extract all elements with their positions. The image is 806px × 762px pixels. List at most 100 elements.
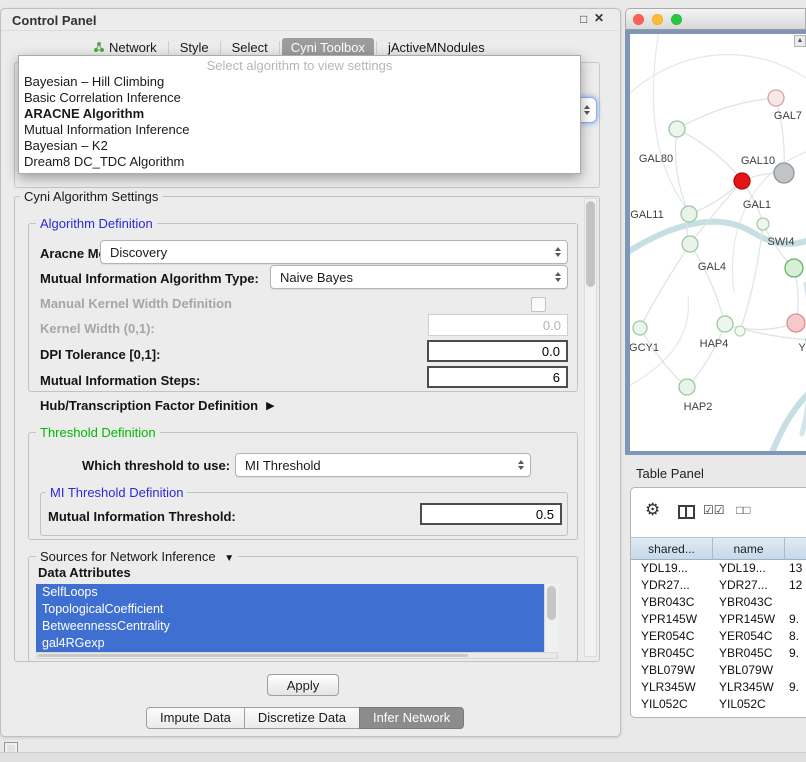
algorithm-dropdown-popup: Select algorithm to view settings Bayesi… xyxy=(18,55,581,174)
tab-label: Style xyxy=(180,40,209,55)
algorithm-option-aracne-algorithm[interactable]: ARACNE Algorithm xyxy=(19,106,580,122)
scrollbar-thumb[interactable] xyxy=(38,654,468,657)
scrollbar-thumb[interactable] xyxy=(586,201,595,287)
attributes-vertical-scrollbar[interactable] xyxy=(544,584,558,652)
network-node-gal1[interactable] xyxy=(757,218,769,230)
table-row[interactable]: YBL079WYBL079W xyxy=(631,662,806,679)
close-window-icon[interactable] xyxy=(633,14,644,25)
sources-group-title[interactable]: Sources for Network Inference ▼ xyxy=(36,549,238,564)
table-cell: YIL052C xyxy=(713,696,785,713)
bottom-tab-infer-network[interactable]: Infer Network xyxy=(359,707,464,729)
table-settings-gear-icon[interactable]: ⚙ xyxy=(645,500,660,520)
table-row[interactable]: YLR345WYLR345W9. xyxy=(631,679,806,696)
table-cell: YBR045C xyxy=(631,645,713,662)
network-node-gcy1[interactable] xyxy=(633,321,647,335)
tab-label: Network xyxy=(109,40,157,55)
network-node-swi4[interactable] xyxy=(785,259,803,277)
column-header-shared[interactable]: shared... xyxy=(631,537,713,560)
network-node-gal80[interactable] xyxy=(669,121,685,137)
network-node-gal7[interactable] xyxy=(768,90,784,106)
attribute-selfloops[interactable]: SelfLoops xyxy=(36,584,544,601)
bottom-tab-bar: Impute DataDiscretize DataInfer Network xyxy=(146,707,464,729)
tab-network[interactable]: Network xyxy=(84,38,166,57)
table-cell: YDL19... xyxy=(631,560,713,577)
network-edge xyxy=(802,284,806,434)
mi-threshold-field[interactable] xyxy=(420,503,562,525)
network-edge xyxy=(640,328,687,387)
table-row[interactable]: YBR043CYBR043C xyxy=(631,594,806,611)
network-node-hap4[interactable] xyxy=(717,316,733,332)
network-node-gal4[interactable] xyxy=(682,236,698,252)
table-cell: 13 xyxy=(785,560,806,577)
network-node[interactable] xyxy=(774,163,794,183)
algorithm-option-dream8-dc-tdc-algorithm[interactable]: Dream8 DC_TDC Algorithm xyxy=(19,154,580,170)
dropdown-placeholder: Select algorithm to view settings xyxy=(19,57,580,74)
network-edge xyxy=(677,129,742,181)
attribute-betweennesscentrality[interactable]: BetweennessCentrality xyxy=(36,618,544,635)
scroll-up-button[interactable]: ▲ xyxy=(794,35,806,47)
tab-separator xyxy=(220,41,221,54)
which-threshold-select[interactable]: MI Threshold xyxy=(235,453,531,477)
table-row[interactable]: YPR145WYPR145W9. xyxy=(631,611,806,628)
kernel-width-label: Kernel Width (0,1): xyxy=(40,321,155,336)
float-panel-icon[interactable]: □ xyxy=(580,12,587,26)
tab-cyni-toolbox[interactable]: Cyni Toolbox xyxy=(282,38,374,57)
aracne-mode-select[interactable]: Discovery xyxy=(100,240,568,264)
attribute-topologicalcoefficient[interactable]: TopologicalCoefficient xyxy=(36,601,544,618)
apply-button[interactable]: Apply xyxy=(267,674,339,696)
minimize-window-icon[interactable] xyxy=(652,14,663,25)
table-cell xyxy=(785,662,806,679)
manual-kernel-width-checkbox[interactable] xyxy=(531,297,546,312)
combo-arrows-icon xyxy=(555,247,561,257)
table-cell: YER054C xyxy=(631,628,713,645)
unselect-all-columns-icon[interactable]: □□ xyxy=(736,503,751,517)
network-node-gal10[interactable] xyxy=(734,173,750,189)
attributes-horizontal-scrollbar[interactable] xyxy=(36,652,558,659)
hub-definition-toggle[interactable]: Hub/Transcription Factor Definition ▶ xyxy=(40,398,275,413)
attribute-gal4rgexp[interactable]: gal4RGexp xyxy=(36,635,544,652)
table-row[interactable]: YIL052CYIL052C xyxy=(631,696,806,713)
select-all-columns-icon[interactable]: ☑☑ xyxy=(703,503,725,517)
table-row[interactable]: YDL19...YDL19...13 xyxy=(631,560,806,577)
tab-separator xyxy=(376,41,377,54)
scrollbar-thumb[interactable] xyxy=(547,586,556,620)
dpi-tolerance-field[interactable] xyxy=(427,340,568,362)
data-attributes-label: Data Attributes xyxy=(38,565,131,580)
table-row[interactable]: YDR27...YDR27...12 xyxy=(631,577,806,594)
tab-jactivemnodules[interactable]: jActiveMNodules xyxy=(379,38,494,57)
bottom-tab-impute-data[interactable]: Impute Data xyxy=(146,707,245,729)
network-node-hap2[interactable] xyxy=(679,379,695,395)
algorithm-option-mutual-information-inference[interactable]: Mutual Information Inference xyxy=(19,122,580,138)
zoom-window-icon[interactable] xyxy=(671,14,682,25)
network-edge xyxy=(770,386,806,451)
network-node-gal11[interactable] xyxy=(681,206,697,222)
show-columns-icon[interactable] xyxy=(678,505,695,519)
sources-title-text: Sources for Network Inference xyxy=(40,549,216,564)
mi-algorithm-type-select[interactable]: Naive Bayes xyxy=(270,265,568,289)
close-panel-icon[interactable]: ✕ xyxy=(594,11,604,25)
table-row[interactable]: YER054CYER054C8. xyxy=(631,628,806,645)
mi-steps-field[interactable] xyxy=(427,366,568,388)
column-header-col2[interactable] xyxy=(785,537,806,560)
hub-definition-label: Hub/Transcription Factor Definition xyxy=(40,398,258,413)
network-icon xyxy=(93,41,105,53)
network-node[interactable] xyxy=(735,326,745,336)
network-edge xyxy=(676,129,690,214)
network-node-label: Y xyxy=(798,342,806,354)
combo-arrows-icon xyxy=(555,272,561,282)
settings-scrollbar[interactable] xyxy=(584,198,597,657)
network-node-label: HAP2 xyxy=(684,401,713,413)
algorithm-option-bayesian-hill-climbing[interactable]: Bayesian – Hill Climbing xyxy=(19,74,580,90)
network-edge xyxy=(689,181,742,214)
tab-style[interactable]: Style xyxy=(171,38,218,57)
column-header-name[interactable]: name xyxy=(713,537,785,560)
network-node[interactable] xyxy=(787,314,805,332)
bottom-tab-discretize-data[interactable]: Discretize Data xyxy=(244,707,360,729)
tab-select[interactable]: Select xyxy=(223,38,277,57)
algorithm-option-basic-correlation-inference[interactable]: Basic Correlation Inference xyxy=(19,90,580,106)
algorithm-option-bayesian-k2[interactable]: Bayesian – K2 xyxy=(19,138,580,154)
data-attributes-list: SelfLoopsTopologicalCoefficientBetweenne… xyxy=(36,584,558,652)
table-row[interactable]: YBR045CYBR045C9. xyxy=(631,645,806,662)
network-edge xyxy=(653,34,686,208)
network-canvas[interactable]: GAL80GAL7GAL10GAL11GAL1GAL4SWI4GCY1HAP4H… xyxy=(630,34,806,451)
